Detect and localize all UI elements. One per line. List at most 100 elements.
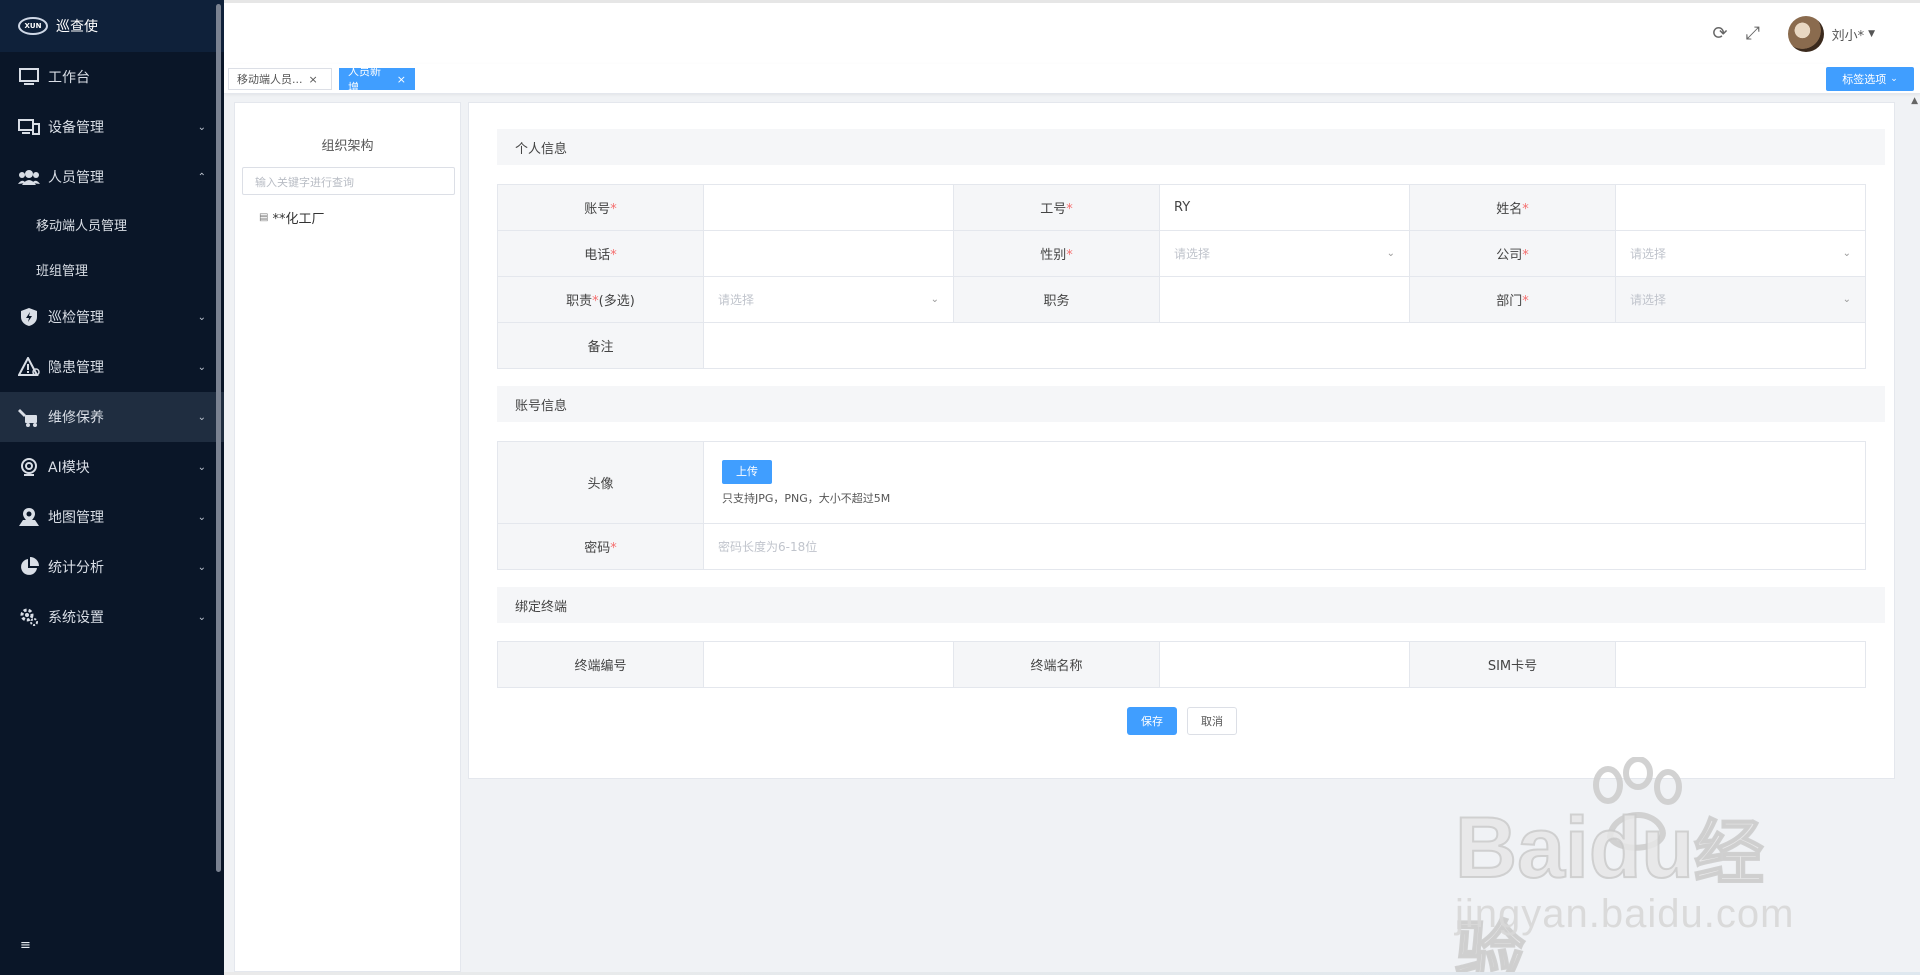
sim-label: SIM卡号 — [1409, 641, 1616, 688]
sidebar-item-inspection[interactable]: 巡检管理 ⌄ — [0, 292, 224, 342]
tab-add-personnel[interactable]: 人员新增 × — [339, 65, 415, 94]
sidebar-item-personnel[interactable]: 人员管理 ⌃ — [0, 152, 224, 202]
sidebar: XUN 巡查使 工作台 设备管理 ⌄ 人员管理 ⌃ 移动端人员管理 班组管理 巡… — [0, 0, 224, 975]
sidebar-item-label: 地图管理 — [48, 510, 104, 526]
terminal-no-field[interactable] — [703, 641, 954, 688]
section-bind-terminal: 绑定终端 — [497, 587, 1885, 623]
app-title: 巡查使 — [56, 19, 98, 35]
watermark-brand: Baidu经验 — [1454, 799, 1765, 975]
person-form-panel: 个人信息 账号* 工号* RY 姓名* 电话* 性别* 请选择 ⌄ 公司* 请选择… — [468, 102, 1895, 779]
section-account-info: 账号信息 — [497, 386, 1885, 422]
sidebar-item-ai[interactable]: AI模块 ⌄ — [0, 442, 224, 492]
org-search-input[interactable]: 输入关键字进行查询 — [242, 167, 455, 195]
watermark-url: jingyan.baidu.com — [1455, 892, 1795, 936]
logo-icon: XUN — [18, 17, 48, 35]
devices-icon — [18, 116, 40, 138]
sidebar-item-map[interactable]: 地图管理 ⌄ — [0, 492, 224, 542]
sim-field[interactable] — [1615, 641, 1866, 688]
chevron-down-icon: ⌄ — [197, 121, 206, 133]
name-label: 姓名* — [1409, 184, 1616, 231]
save-button[interactable]: 保存 — [1127, 707, 1177, 735]
hamburger-menu-icon[interactable]: ≡ — [20, 938, 31, 953]
maintenance-icon — [18, 406, 40, 428]
password-label: 密码* — [497, 523, 704, 570]
shield-bolt-icon — [18, 306, 40, 328]
sidebar-item-devices[interactable]: 设备管理 ⌄ — [0, 102, 224, 152]
sidebar-item-label: 巡检管理 — [48, 310, 104, 326]
sidebar-item-settings[interactable]: 系统设置 ⌄ — [0, 592, 224, 642]
tabs-bar: 移动端人员... × 人员新增 × 标签选项 ⌄ — [224, 64, 1920, 94]
tab-mobile-personnel[interactable]: 移动端人员... × — [228, 68, 332, 90]
tab-label: 移动端人员... — [237, 73, 303, 86]
avatar-upload-cell: 上传 只支持JPG，PNG，大小不超过5M — [703, 441, 1866, 524]
tab-options-button[interactable]: 标签选项 ⌄ — [1826, 67, 1914, 91]
tab-options-label: 标签选项 — [1842, 73, 1887, 86]
chevron-down-icon: ⌄ — [197, 411, 206, 423]
close-icon[interactable]: × — [309, 73, 318, 86]
warning-icon — [18, 356, 40, 378]
sidebar-item-statistics[interactable]: 统计分析 ⌄ — [0, 542, 224, 592]
account-label: 账号* — [497, 184, 704, 231]
avatar-label: 头像 — [497, 441, 704, 524]
sidebar-item-workbench[interactable]: 工作台 — [0, 52, 224, 102]
sidebar-item-label: 统计分析 — [48, 560, 104, 576]
sidebar-item-hazard[interactable]: 隐患管理 ⌄ — [0, 342, 224, 392]
gender-select[interactable]: 请选择 ⌄ — [1159, 230, 1410, 277]
job-no-field[interactable]: RY — [1159, 184, 1410, 231]
sidebar-subitem-mobile-personnel[interactable]: 移动端人员管理 — [0, 202, 224, 247]
terminal-name-field[interactable] — [1159, 641, 1410, 688]
tab-label: 人员新增 — [348, 65, 381, 94]
phone-field[interactable] — [703, 230, 954, 277]
sidebar-item-label: AI模块 — [48, 460, 90, 476]
pie-chart-icon — [18, 556, 40, 578]
sidebar-item-maintenance[interactable]: 维修保养 ⌄ — [0, 392, 224, 442]
chevron-down-icon: ⌄ — [197, 511, 206, 523]
chevron-down-icon: ⌄ — [1842, 294, 1851, 305]
top-header: ⟳ ⤢ 刘小* ▼ — [224, 0, 1920, 64]
account-field[interactable] — [703, 184, 954, 231]
position-field[interactable] — [1159, 276, 1410, 323]
chevron-down-icon: ⌄ — [197, 561, 206, 573]
org-tree-node[interactable]: ▤ **化工厂 — [259, 208, 324, 227]
sidebar-scrollbar[interactable] — [216, 4, 221, 872]
chevron-down-icon: ⌄ — [1386, 248, 1395, 259]
dept-select[interactable]: 请选择 ⌄ — [1615, 276, 1866, 323]
password-field[interactable]: 密码长度为6-18位 — [703, 523, 1866, 570]
sidebar-item-label: 设备管理 — [48, 120, 104, 136]
gear-icon — [18, 606, 40, 628]
close-icon[interactable]: × — [397, 73, 406, 86]
remark-label: 备注 — [497, 322, 704, 369]
job-no-label: 工号* — [953, 184, 1160, 231]
dept-label: 部门* — [1409, 276, 1616, 323]
chevron-down-icon: ⌄ — [197, 311, 206, 323]
phone-label: 电话* — [497, 230, 704, 277]
fullscreen-icon[interactable]: ⤢ — [1746, 23, 1760, 44]
map-pin-icon — [18, 506, 40, 528]
scroll-up-arrow-icon[interactable]: ▲ — [1911, 96, 1918, 106]
chevron-down-icon: ⌄ — [197, 361, 206, 373]
sidebar-item-label: 隐患管理 — [48, 360, 104, 376]
remark-field[interactable] — [703, 322, 1866, 369]
cancel-button[interactable]: 取消 — [1187, 707, 1237, 735]
chevron-down-icon: ⌄ — [1890, 74, 1898, 84]
chevron-down-icon: ⌄ — [1842, 248, 1851, 259]
avatar[interactable] — [1787, 16, 1824, 52]
org-panel: 组织架构 输入关键字进行查询 ▤ **化工厂 — [234, 102, 461, 972]
terminal-name-label: 终端名称 — [953, 641, 1160, 688]
refresh-icon[interactable]: ⟳ — [1713, 23, 1728, 44]
monitor-icon — [18, 66, 40, 88]
upload-button[interactable]: 上传 — [722, 459, 772, 484]
baidu-jingyan-watermark: Baidu经验 jingyan.baidu.com — [1454, 757, 1815, 975]
company-label: 公司* — [1409, 230, 1616, 277]
company-select[interactable]: 请选择 ⌄ — [1615, 230, 1866, 277]
org-node-label: **化工厂 — [272, 212, 325, 227]
name-field[interactable] — [1615, 184, 1866, 231]
sidebar-subitem-team[interactable]: 班组管理 — [0, 247, 224, 292]
user-menu[interactable]: 刘小* ▼ — [1787, 16, 1875, 52]
app-logo[interactable]: XUN 巡查使 — [0, 0, 224, 52]
upload-tip: 只支持JPG，PNG，大小不超过5M — [722, 491, 891, 505]
camera-icon — [18, 456, 40, 478]
duty-select[interactable]: 请选择 ⌄ — [703, 276, 954, 323]
sidebar-item-label: 维修保养 — [48, 410, 104, 426]
sidebar-item-label: 工作台 — [48, 70, 90, 86]
